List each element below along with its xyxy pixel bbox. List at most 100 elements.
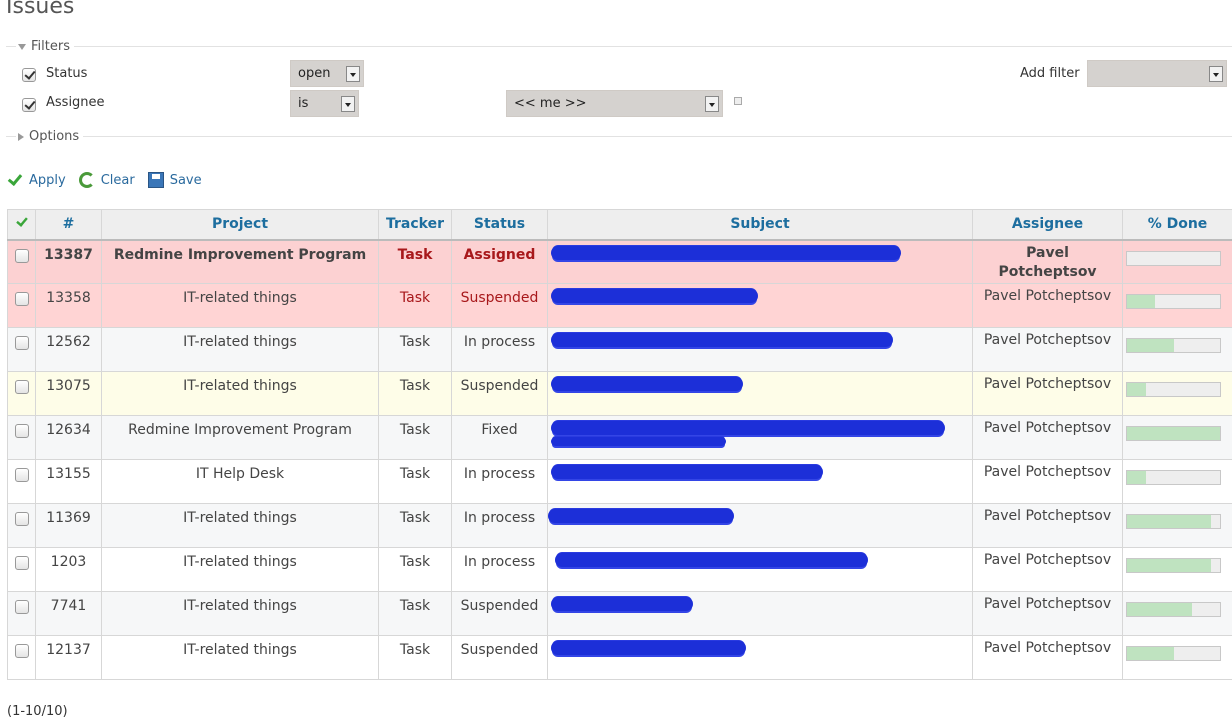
issue-row[interactable]: 13075 IT-related things Task Suspended Pavel… [7,371,1232,416]
row-checkbox[interactable] [14,512,29,526]
add-filter-label: Add filter [1020,66,1080,81]
add-filter-select[interactable] [1087,60,1227,87]
assignee-link[interactable]: Pavel Potcheptsov [972,547,1123,592]
assignee-link[interactable]: Pavel Potcheptsov [972,635,1123,680]
issue-id-link[interactable]: 13075 [35,371,102,416]
assignee-link[interactable]: Pavel Potcheptsov [972,459,1123,504]
subject-link[interactable] [547,283,973,328]
progress-bar [1126,250,1221,266]
column-header-project[interactable]: Project [101,209,379,241]
row-checkbox[interactable] [14,380,29,394]
redacted-scribble [548,509,734,523]
column-header-tracker[interactable]: Tracker [378,209,452,241]
done-cell [1122,371,1232,416]
row-checkbox[interactable] [14,424,29,438]
progress-fill [1127,647,1174,660]
status-cell: In process [451,547,548,592]
row-checkbox[interactable] [14,644,29,658]
assignee-operator-select[interactable]: is [290,90,359,117]
issue-row[interactable]: 11369 IT-related things Task In process Pave… [7,503,1232,548]
issue-id-link[interactable]: 13387 [35,239,102,284]
assignee-link[interactable]: Pavel Potcheptsov [972,327,1123,372]
issue-row[interactable]: 12634 Redmine Improvement Program Task Fixe… [7,415,1232,460]
issue-id-link[interactable]: 1203 [35,547,102,592]
select-all-toggle[interactable] [7,209,36,241]
redacted-scribble [551,465,823,479]
row-checkbox[interactable] [14,248,29,263]
pagination: (1-10/10) [7,704,68,719]
project-link[interactable]: IT-related things [101,591,379,636]
status-cell: Suspended [451,591,548,636]
status-cell: Suspended [451,283,548,328]
issue-id-link[interactable]: 12137 [35,635,102,680]
apply-button[interactable]: Apply [7,172,66,188]
assignee-link[interactable]: Pavel Potcheptsov [972,239,1123,284]
progress-bar [1126,470,1221,485]
issue-row[interactable]: 1203 IT-related things Task In process Pavel… [7,547,1232,592]
column-header-status[interactable]: Status [451,209,548,241]
options-toggle[interactable]: Options [16,129,84,144]
issue-row[interactable]: 13155 IT Help Desk Task In process Pavel Pot… [7,459,1232,504]
row-checkbox[interactable] [14,556,29,570]
row-checkbox[interactable] [14,600,29,614]
issue-row[interactable]: 12137 IT-related things Task Suspended Pavel… [7,635,1232,680]
issue-id-link[interactable]: 13358 [35,283,102,328]
assignee-link[interactable]: Pavel Potcheptsov [972,591,1123,636]
column-header-done[interactable]: % Done [1122,209,1232,241]
assignee-link[interactable]: Pavel Potcheptsov [972,503,1123,548]
assignee-value-select[interactable]: << me >> [506,90,723,117]
project-link[interactable]: IT-related things [101,371,379,416]
row-checkbox[interactable] [14,336,29,350]
progress-fill [1127,471,1146,484]
status-operator-select[interactable]: open [290,60,364,87]
subject-link[interactable] [547,239,973,284]
project-link[interactable]: Redmine Improvement Program [101,239,379,284]
toggle-multiselect-icon[interactable] [734,97,742,105]
issue-row[interactable]: 13358 IT-related things Task Suspended Pavel… [7,283,1232,328]
subject-link[interactable] [547,371,973,416]
issue-row[interactable]: 13387 Redmine Improvement Program Task Assi… [7,239,1232,284]
done-cell [1122,459,1232,504]
subject-link[interactable] [547,327,973,372]
project-link[interactable]: Redmine Improvement Program [101,415,379,460]
assignee-link[interactable]: Pavel Potcheptsov [972,415,1123,460]
issue-id-link[interactable]: 12634 [35,415,102,460]
subject-link[interactable] [547,415,973,460]
project-link[interactable]: IT Help Desk [101,459,379,504]
assignee-filter-checkbox[interactable] [22,98,36,112]
issue-id-link[interactable]: 7741 [35,591,102,636]
assignee-link[interactable]: Pavel Potcheptsov [972,283,1123,328]
assignee-link[interactable]: Pavel Potcheptsov [972,371,1123,416]
progress-bar [1126,338,1221,353]
filters-legend: Filters [31,39,70,54]
subject-link[interactable] [547,591,973,636]
row-checkbox[interactable] [14,292,29,306]
filters-toggle[interactable]: Filters [16,39,74,54]
issue-id-link[interactable]: 11369 [35,503,102,548]
subject-link[interactable] [547,459,973,504]
issue-id-link[interactable]: 12562 [35,327,102,372]
project-link[interactable]: IT-related things [101,635,379,680]
query-actions: Apply Clear Save [7,172,215,188]
clear-button[interactable]: Clear [78,172,135,188]
issue-id-link[interactable]: 13155 [35,459,102,504]
issue-row[interactable]: 7741 IT-related things Task Suspended Pavel … [7,591,1232,636]
column-header-id[interactable]: # [35,209,102,241]
progress-fill [1127,339,1174,352]
status-cell: In process [451,503,548,548]
row-checkbox[interactable] [14,468,29,482]
project-link[interactable]: IT-related things [101,503,379,548]
subject-link[interactable] [547,503,973,548]
subject-link[interactable] [547,547,973,592]
subject-link[interactable] [547,635,973,680]
options-fieldset: Options [6,129,1232,156]
project-link[interactable]: IT-related things [101,547,379,592]
column-header-subject[interactable]: Subject [547,209,973,241]
status-filter-checkbox[interactable] [22,68,36,82]
project-link[interactable]: IT-related things [101,327,379,372]
column-header-assignee[interactable]: Assignee [972,209,1123,241]
project-link[interactable]: IT-related things [101,283,379,328]
save-button[interactable]: Save [147,172,202,188]
issue-row[interactable]: 12562 IT-related things Task In process Pave… [7,327,1232,372]
redacted-scribble [551,597,693,611]
